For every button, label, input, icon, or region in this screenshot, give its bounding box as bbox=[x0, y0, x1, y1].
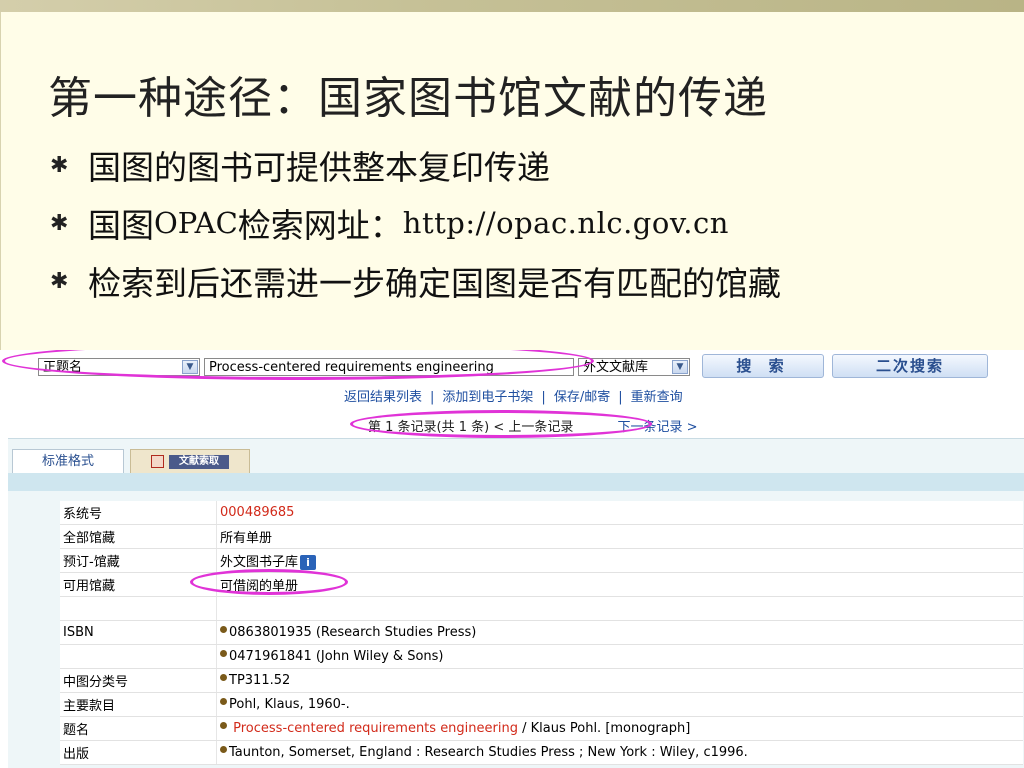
table-row: 系统号 000489685 bbox=[60, 501, 1023, 525]
reserve-holdings-link[interactable]: 外文图书子库 bbox=[220, 555, 298, 570]
pin-icon bbox=[220, 722, 227, 729]
record-value: 0863801935 (Research Studies Press) bbox=[216, 620, 1023, 645]
back-to-results-link[interactable]: 返回结果列表 bbox=[344, 390, 422, 405]
tab-document-request[interactable]: 文献索取 bbox=[130, 449, 250, 474]
bullet-item: ✱ 检索到后还需进一步确定国图是否有匹配的馆藏 bbox=[50, 252, 781, 310]
field-select-value: 正题名 bbox=[43, 360, 83, 375]
pin-icon bbox=[220, 674, 227, 681]
table-row bbox=[60, 596, 1023, 621]
isbn-value: 0471961841 (John Wiley & Sons) bbox=[229, 649, 444, 664]
author-link[interactable]: Pohl, Klaus, 1960-. bbox=[229, 697, 350, 712]
prev-record-link[interactable]: < 上一条记录 bbox=[493, 420, 573, 435]
tab-standard-format[interactable]: 标准格式 bbox=[12, 449, 124, 474]
search-bar: 正题名 ▼ Process-centered requirements engi… bbox=[0, 350, 1024, 384]
tab-document-request-label: 文献索取 bbox=[169, 455, 229, 469]
action-links: 返回结果列表 | 添加到电子书架 | 保存/邮寄 | 重新查询 bbox=[344, 386, 683, 405]
available-holdings-link[interactable]: 可借阅的单册 bbox=[216, 572, 1023, 597]
record-value bbox=[216, 596, 1023, 621]
bullet-mid: 检索网址： bbox=[237, 206, 403, 245]
separator: | bbox=[541, 390, 546, 405]
table-row: 预订-馆藏 外文图书子库 i bbox=[60, 548, 1023, 573]
separator: | bbox=[430, 390, 435, 405]
pin-icon bbox=[220, 698, 227, 705]
database-select-value: 外文文献库 bbox=[583, 360, 649, 375]
table-row: 题名 Process-centered requirements enginee… bbox=[60, 716, 1023, 741]
record-value: 0471961841 (John Wiley & Sons) bbox=[216, 644, 1023, 669]
record-key: 系统号 bbox=[60, 501, 217, 525]
bullet-list: ✱ 国图的图书可提供整本复印传递 ✱ 国图 OPAC 检索网址： http://… bbox=[50, 136, 781, 310]
all-holdings-link[interactable]: 所有单册 bbox=[216, 524, 1023, 549]
publication-value: Taunton, Somerset, England : Research St… bbox=[229, 745, 748, 760]
record-key: 主要款目 bbox=[60, 692, 217, 717]
chevron-down-icon[interactable]: ▼ bbox=[672, 360, 688, 374]
table-row: 0471961841 (John Wiley & Sons) bbox=[60, 644, 1023, 669]
pin-icon bbox=[220, 650, 227, 657]
title-highlight[interactable]: Process-centered requirements engineerin… bbox=[233, 721, 518, 736]
search-button[interactable]: 搜 索 bbox=[702, 354, 824, 378]
table-row: 全部馆藏 所有单册 bbox=[60, 524, 1023, 549]
bullet-text: 检索到后还需进一步确定国图是否有匹配的馆藏 bbox=[88, 264, 781, 303]
isbn-value: 0863801935 (Research Studies Press) bbox=[229, 625, 477, 640]
bullet-item: ✱ 国图的图书可提供整本复印传递 bbox=[50, 136, 781, 194]
bullet-text: 国图的图书可提供整本复印传递 bbox=[88, 148, 550, 187]
chevron-down-icon[interactable]: ▼ bbox=[182, 360, 198, 374]
header-band bbox=[8, 473, 1024, 491]
record-table: 系统号 000489685 全部馆藏 所有单册 预订-馆藏 外文图书子库 i 可用… bbox=[60, 501, 1023, 765]
record-value: Taunton, Somerset, England : Research St… bbox=[216, 740, 1023, 765]
database-select[interactable]: 外文文献库 ▼ bbox=[578, 358, 690, 376]
new-query-link[interactable]: 重新查询 bbox=[631, 390, 683, 405]
record-key bbox=[60, 596, 217, 621]
bullet-star-icon: ✱ bbox=[50, 268, 69, 294]
bullet-star-icon: ✱ bbox=[50, 210, 69, 236]
bullet-item: ✱ 国图 OPAC 检索网址： http://opac.nlc.gov.cn bbox=[50, 194, 781, 252]
record-key: ISBN bbox=[60, 620, 217, 645]
record-panel: 标准格式 文献索取 系统号 000489685 全部馆藏 所有单册 预订-馆藏 … bbox=[8, 438, 1024, 768]
record-key: 全部馆藏 bbox=[60, 524, 217, 549]
save-mail-link[interactable]: 保存/邮寄 bbox=[554, 390, 610, 405]
record-value: TP311.52 bbox=[216, 668, 1023, 693]
secondary-search-button[interactable]: 二次搜索 bbox=[832, 354, 988, 378]
record-key: 预订-馆藏 bbox=[60, 548, 217, 573]
table-row: 可用馆藏 可借阅的单册 bbox=[60, 572, 1023, 597]
record-key bbox=[60, 644, 217, 669]
record-value: 000489685 bbox=[216, 501, 1023, 525]
record-pager: 第 1 条记录(共 1 条) < 上一条记录 下一条记录 > bbox=[368, 416, 698, 435]
table-row: 中图分类号 TP311.52 bbox=[60, 668, 1023, 693]
field-select[interactable]: 正题名 ▼ bbox=[38, 358, 200, 376]
record-count: 第 1 条记录(共 1 条) bbox=[368, 420, 490, 435]
slide-title: 第一种途径：国家图书馆文献的传递 bbox=[48, 73, 768, 124]
title-rest: / Klaus Pohl. [monograph] bbox=[517, 721, 691, 736]
table-row: 主要款目 Pohl, Klaus, 1960-. bbox=[60, 692, 1023, 717]
record-key: 题名 bbox=[60, 716, 217, 741]
opac-screenshot: 正题名 ▼ Process-centered requirements engi… bbox=[0, 350, 1024, 768]
bullet-star-icon: ✱ bbox=[50, 152, 69, 178]
separator: | bbox=[618, 390, 623, 405]
search-input[interactable]: Process-centered requirements engineerin… bbox=[204, 358, 574, 376]
pin-icon bbox=[220, 746, 227, 753]
table-row: 出版 Taunton, Somerset, England : Research… bbox=[60, 740, 1023, 765]
top-border-band bbox=[0, 0, 1024, 12]
table-row: ISBN 0863801935 (Research Studies Press) bbox=[60, 620, 1023, 645]
classification-link[interactable]: TP311.52 bbox=[229, 673, 290, 688]
record-key: 出版 bbox=[60, 740, 217, 765]
pin-icon bbox=[220, 626, 227, 633]
record-value: Process-centered requirements engineerin… bbox=[216, 716, 1023, 741]
bullet-opac: OPAC bbox=[154, 206, 238, 240]
record-key: 可用馆藏 bbox=[60, 572, 217, 597]
add-to-shelf-link[interactable]: 添加到电子书架 bbox=[442, 390, 533, 405]
record-key: 中图分类号 bbox=[60, 668, 217, 693]
bullet-prefix: 国图 bbox=[88, 206, 154, 245]
document-request-icon bbox=[151, 455, 164, 468]
info-icon[interactable]: i bbox=[300, 555, 317, 570]
record-value: 外文图书子库 i bbox=[216, 548, 1023, 573]
record-value: Pohl, Klaus, 1960-. bbox=[216, 692, 1023, 717]
bullet-url-link[interactable]: http://opac.nlc.gov.cn bbox=[403, 206, 729, 240]
next-record-link[interactable]: 下一条记录 > bbox=[618, 420, 698, 435]
